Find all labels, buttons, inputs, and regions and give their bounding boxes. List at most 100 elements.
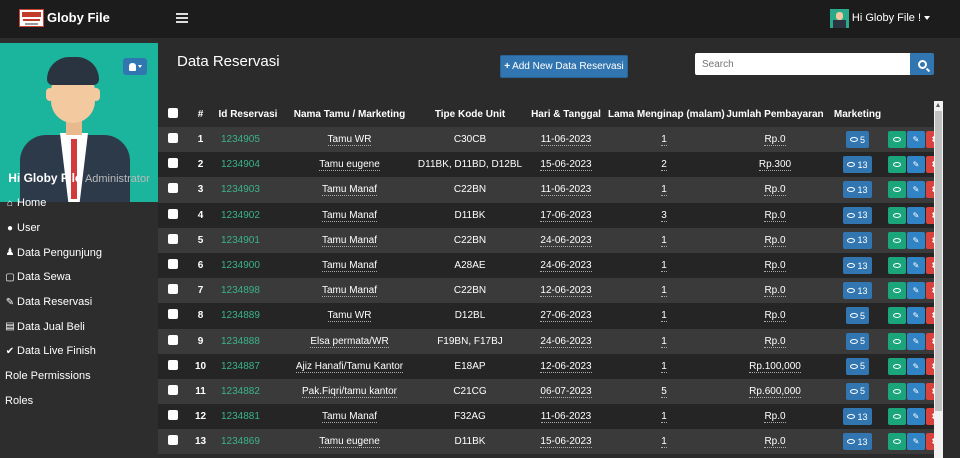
row-checkbox[interactable] — [168, 334, 178, 345]
view-button[interactable] — [888, 332, 906, 350]
reservation-id-link[interactable]: 1234882 — [213, 378, 283, 405]
brand-logo-icon[interactable] — [19, 9, 44, 27]
delete-button[interactable]: ✖ — [926, 307, 934, 325]
sidebar-item-data-live-finish[interactable]: ✔ Data Live Finish — [0, 339, 158, 364]
row-checkbox[interactable] — [168, 384, 178, 395]
marketing-view-button[interactable]: 5 — [845, 332, 869, 350]
view-button[interactable] — [888, 257, 906, 275]
row-checkbox[interactable] — [168, 233, 178, 244]
row-checkbox[interactable] — [168, 183, 178, 194]
menu-toggle-icon[interactable] — [176, 13, 188, 23]
reservation-id-link[interactable]: 1234887 — [213, 353, 283, 379]
reservation-id-link[interactable]: 1234900 — [213, 252, 283, 279]
edit-button[interactable]: ✎ — [907, 181, 925, 199]
edit-button[interactable]: ✎ — [907, 231, 925, 249]
edit-button[interactable]: ✎ — [907, 332, 925, 350]
profile-menu-button[interactable] — [123, 58, 147, 75]
sidebar-item-roles[interactable]: Roles — [0, 389, 158, 414]
row-checkbox[interactable] — [168, 133, 178, 144]
row-checkbox[interactable] — [168, 435, 178, 446]
user-menu-dropdown[interactable]: Hi Globy File ! — [829, 7, 930, 29]
search-button[interactable] — [910, 53, 934, 75]
reservation-id-link[interactable]: 1234903 — [213, 177, 283, 203]
select-all-checkbox[interactable] — [168, 107, 178, 118]
reservation-id-link[interactable]: 1234902 — [213, 202, 283, 228]
edit-button[interactable]: ✎ — [907, 357, 925, 375]
add-reservation-button[interactable]: + Add New Data Reservasi — [500, 55, 628, 78]
view-button[interactable] — [888, 206, 906, 224]
edit-button[interactable]: ✎ — [907, 257, 925, 275]
delete-button[interactable]: ✖ — [926, 382, 934, 400]
row-checkbox[interactable] — [168, 208, 178, 219]
edit-button[interactable]: ✎ — [907, 131, 925, 149]
delete-button[interactable]: ✖ — [926, 156, 934, 174]
delete-button[interactable]: ✖ — [926, 206, 934, 224]
delete-button[interactable]: ✖ — [926, 332, 934, 350]
reservation-id-link[interactable]: 1234869 — [213, 429, 283, 455]
view-button[interactable] — [888, 282, 906, 300]
marketing-view-button[interactable]: 13 — [843, 156, 872, 174]
sidebar-item-data-pengunjung[interactable]: ♟ Data Pengunjung — [0, 240, 158, 265]
reservation-id-link[interactable]: 1234905 — [213, 127, 283, 153]
marketing-view-button[interactable]: 5 — [845, 357, 869, 375]
delete-button[interactable]: ✖ — [926, 408, 934, 426]
sidebar-item-data-reservasi[interactable]: ✎ Data Reservasi — [0, 290, 158, 315]
delete-button[interactable]: ✖ — [926, 181, 934, 199]
sidebar-item-user[interactable]: ● User — [0, 216, 158, 241]
delete-button[interactable]: ✖ — [926, 357, 934, 375]
marketing-view-button[interactable]: 5 — [845, 382, 869, 400]
edit-button[interactable]: ✎ — [907, 433, 925, 451]
view-button[interactable] — [888, 181, 906, 199]
marketing-view-button[interactable]: 13 — [843, 433, 872, 451]
reservation-id-link[interactable]: 1234881 — [213, 404, 283, 430]
marketing-view-button[interactable]: 13 — [843, 181, 872, 199]
sidebar-item-data-jual-beli[interactable]: ▤ Data Jual Beli — [0, 314, 158, 339]
marketing-view-button[interactable]: 13 — [843, 408, 872, 426]
marketing-view-button[interactable]: 13 — [843, 206, 872, 224]
row-checkbox[interactable] — [168, 309, 178, 320]
row-checkbox[interactable] — [168, 284, 178, 295]
edit-button[interactable]: ✎ — [907, 206, 925, 224]
view-button[interactable] — [888, 131, 906, 149]
row-checkbox[interactable] — [168, 410, 178, 421]
edit-button[interactable]: ✎ — [907, 408, 925, 426]
reservation-id-link[interactable]: 1234898 — [213, 278, 283, 304]
edit-button[interactable]: ✎ — [907, 156, 925, 174]
table-scrollbar[interactable] — [934, 101, 943, 458]
file-icon: ▢ — [5, 271, 15, 283]
sidebar-item-role-permissions[interactable]: Role Permissions — [0, 364, 158, 389]
reservation-id-link[interactable]: 1234904 — [213, 152, 283, 178]
brand-name[interactable]: Globy File — [47, 10, 110, 25]
marketing-view-button[interactable]: 13 — [843, 257, 872, 275]
row-checkbox[interactable] — [168, 259, 178, 270]
edit-button[interactable]: ✎ — [907, 307, 925, 325]
marketing-view-button[interactable]: 13 — [843, 282, 872, 300]
view-button[interactable] — [888, 231, 906, 249]
sidebar-item-data-sewa[interactable]: ▢ Data Sewa — [0, 265, 158, 290]
delete-button[interactable]: ✖ — [926, 433, 934, 451]
reservation-id-link[interactable]: 1234901 — [213, 227, 283, 253]
delete-button[interactable]: ✖ — [926, 257, 934, 275]
delete-button[interactable]: ✖ — [926, 231, 934, 249]
row-checkbox[interactable] — [168, 359, 178, 370]
delete-button[interactable]: ✖ — [926, 131, 934, 149]
marketing-view-button[interactable]: 5 — [845, 307, 869, 325]
scrollbar-thumb[interactable] — [935, 111, 942, 411]
view-button[interactable] — [888, 408, 906, 426]
view-button[interactable] — [888, 433, 906, 451]
view-button[interactable] — [888, 156, 906, 174]
marketing-view-button[interactable]: 5 — [845, 131, 869, 149]
view-button[interactable] — [888, 357, 906, 375]
row-checkbox[interactable] — [168, 158, 178, 169]
reservation-id-link[interactable]: 1234889 — [213, 303, 283, 329]
edit-button[interactable]: ✎ — [907, 382, 925, 400]
view-button[interactable] — [888, 307, 906, 325]
view-button[interactable] — [888, 382, 906, 400]
reservation-id-link[interactable]: 1234888 — [213, 328, 283, 354]
delete-button[interactable]: ✖ — [926, 282, 934, 300]
scroll-up-icon[interactable] — [936, 103, 940, 107]
search-input[interactable] — [695, 53, 910, 75]
sidebar-item-home[interactable]: ⌂ Home — [0, 191, 158, 216]
marketing-view-button[interactable]: 13 — [843, 231, 872, 249]
edit-button[interactable]: ✎ — [907, 282, 925, 300]
